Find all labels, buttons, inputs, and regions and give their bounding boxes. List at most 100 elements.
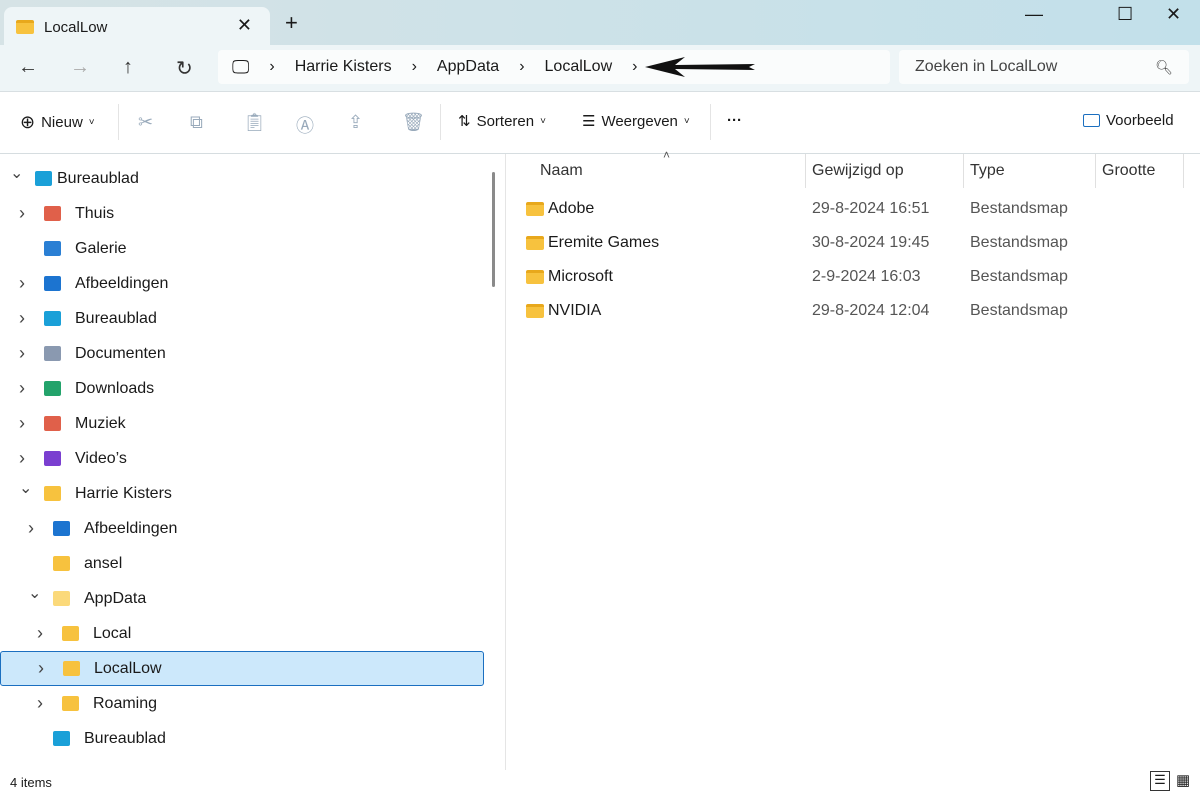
refresh-icon[interactable]: ↻ xyxy=(176,56,193,81)
preview-pane-icon xyxy=(1083,114,1100,127)
view-button[interactable]: ☰ Weergeven ˅ xyxy=(582,112,690,131)
chevron-right-icon[interactable]: › xyxy=(519,58,524,76)
sort-ascending-icon: ˄ xyxy=(663,148,671,162)
new-label: Nieuw xyxy=(41,114,83,131)
chevron-down-icon[interactable]: ⌄ xyxy=(19,478,32,498)
chevron-right-icon[interactable]: › xyxy=(412,58,417,76)
file-name: NVIDIA xyxy=(548,302,602,319)
search-input[interactable]: Zoeken in LocalLow 🔍︎ xyxy=(899,50,1189,84)
chevron-down-icon[interactable]: ⌄ xyxy=(28,583,41,603)
column-header[interactable]: Grootte xyxy=(1102,154,1155,188)
sidebar-item[interactable]: ⌄ Harrie Kisters xyxy=(0,476,484,511)
crumb-harrie-kisters[interactable]: Harrie Kisters xyxy=(295,58,392,76)
file-type: Bestandsmap xyxy=(970,268,1068,285)
file-row[interactable]: Adobe 29-8-2024 16:51 Bestandsmap xyxy=(520,192,1180,226)
up-icon[interactable]: ↑ xyxy=(123,56,133,79)
documents-icon xyxy=(44,346,61,361)
command-bar: ⊕ Nieuw ˅ ✂ ⧉ 📋︎ Ⓐ ⇪ 🗑︎ ⇅ Sorteren ˅ ☰ Weerge… xyxy=(0,92,1200,154)
new-button[interactable]: ⊕ Nieuw ˅ xyxy=(20,112,95,133)
sidebar-item[interactable]: › Video’s xyxy=(0,441,484,476)
chevron-right-icon[interactable]: › xyxy=(632,58,637,76)
new-tab-button[interactable]: + xyxy=(285,10,298,36)
sidebar-item[interactable]: Galerie xyxy=(0,231,484,266)
chevron-right-icon[interactable]: › xyxy=(19,308,25,329)
chevron-right-icon[interactable]: › xyxy=(19,413,25,434)
sidebar-item-label: Downloads xyxy=(75,379,155,397)
chevron-right-icon[interactable]: › xyxy=(19,378,25,399)
sidebar-item[interactable]: › Roaming xyxy=(0,686,484,721)
sidebar-item[interactable]: › Bureaublad xyxy=(0,301,484,336)
paste-icon[interactable]: 📋︎ xyxy=(243,112,266,133)
sidebar-item[interactable]: Bureaublad xyxy=(0,721,484,756)
file-modified: 29-8-2024 16:51 xyxy=(812,200,930,217)
sidebar-item-label: Thuis xyxy=(75,204,115,222)
sidebar-item[interactable]: ⌄ AppData xyxy=(0,581,484,616)
chevron-down-icon[interactable]: ⌄ xyxy=(10,163,23,183)
rename-icon[interactable]: Ⓐ xyxy=(296,112,314,138)
chevron-right-icon[interactable]: › xyxy=(19,203,25,224)
maximize-button[interactable]: ☐ xyxy=(1117,4,1133,25)
sidebar-item[interactable]: › Afbeeldingen xyxy=(0,511,484,546)
minimize-button[interactable]: — xyxy=(1025,4,1043,25)
tiles-view-icon[interactable]: ▦ xyxy=(1176,771,1190,789)
arrow-annotation-icon xyxy=(645,57,756,77)
chevron-right-icon[interactable]: › xyxy=(28,518,34,539)
file-name: Microsoft xyxy=(548,268,613,285)
desktop-icon xyxy=(35,171,52,186)
sidebar-item-label: Muziek xyxy=(75,414,126,432)
preview-button[interactable]: Voorbeeld xyxy=(1083,112,1174,129)
close-window-button[interactable]: ✕ xyxy=(1166,4,1181,25)
file-row[interactable]: NVIDIA 29-8-2024 12:04 Bestandsmap xyxy=(520,294,1180,328)
sidebar-item[interactable]: › Muziek xyxy=(0,406,484,441)
sidebar-item-label: Bureaublad xyxy=(84,729,166,747)
crumb-locallow[interactable]: LocalLow xyxy=(545,58,613,76)
sidebar-item[interactable]: › Local xyxy=(0,616,484,651)
sidebar-item[interactable]: › Documenten xyxy=(0,336,484,371)
folder-icon xyxy=(526,236,544,250)
sidebar-item[interactable]: ⌄ Bureaublad xyxy=(0,161,484,196)
back-icon[interactable]: ← xyxy=(18,56,38,79)
forward-icon[interactable]: → xyxy=(70,56,90,79)
file-row[interactable]: Eremite Games 30-8-2024 19:45 Bestandsmap xyxy=(520,226,1180,260)
tab-locallow[interactable]: LocalLow ✕ xyxy=(4,7,270,47)
crumb-appdata[interactable]: AppData xyxy=(437,58,499,76)
chevron-right-icon[interactable]: › xyxy=(19,448,25,469)
sidebar-item[interactable]: › Thuis xyxy=(0,196,484,231)
column-header[interactable]: Type xyxy=(970,154,1005,188)
folder-icon xyxy=(526,202,544,216)
folder-icon xyxy=(63,661,80,676)
delete-icon[interactable]: 🗑︎ xyxy=(402,112,425,133)
chevron-right-icon[interactable]: › xyxy=(19,343,25,364)
chevron-right-icon[interactable]: › xyxy=(37,693,43,714)
view-label: Weergeven xyxy=(601,112,678,130)
column-header[interactable]: Naam xyxy=(540,154,583,188)
share-icon[interactable]: ⇪ xyxy=(348,112,363,133)
sidebar-item[interactable]: › Downloads xyxy=(0,371,484,406)
sidebar-item[interactable]: › LocalLow xyxy=(0,651,484,686)
sidebar-item-label: AppData xyxy=(84,589,147,607)
chevron-right-icon[interactable]: › xyxy=(19,273,25,294)
computer-icon[interactable]: 🖵 xyxy=(232,57,249,78)
copy-icon[interactable]: ⧉ xyxy=(190,112,203,133)
cut-icon[interactable]: ✂ xyxy=(138,112,153,133)
music-icon xyxy=(44,416,61,431)
sidebar-item-label: Afbeeldingen xyxy=(84,519,178,537)
file-modified: 29-8-2024 12:04 xyxy=(812,302,930,319)
close-tab-icon[interactable]: ✕ xyxy=(237,15,252,36)
sidebar-item-label: Bureaublad xyxy=(57,169,139,187)
chevron-right-icon[interactable]: › xyxy=(38,658,44,679)
chevron-right-icon[interactable]: › xyxy=(37,623,43,644)
sort-button[interactable]: ⇅ Sorteren ˅ xyxy=(458,112,546,131)
sidebar-item[interactable]: ansel xyxy=(0,546,484,581)
details-view-icon[interactable]: ☰ xyxy=(1150,771,1170,791)
chevron-right-icon[interactable]: › xyxy=(269,58,274,76)
breadcrumb[interactable]: 🖵 › Harrie Kisters › AppData › LocalLow … xyxy=(218,50,890,84)
home-icon xyxy=(44,206,61,221)
more-options-button[interactable]: ··· xyxy=(727,112,742,129)
desktop-icon xyxy=(44,311,61,326)
sidebar-item[interactable]: › Afbeeldingen xyxy=(0,266,484,301)
column-header[interactable]: Gewijzigd op xyxy=(812,154,904,188)
search-icon[interactable]: 🔍︎ xyxy=(1155,59,1173,76)
file-row[interactable]: Microsoft 2-9-2024 16:03 Bestandsmap xyxy=(520,260,1180,294)
sidebar-scrollbar[interactable] xyxy=(492,172,495,287)
